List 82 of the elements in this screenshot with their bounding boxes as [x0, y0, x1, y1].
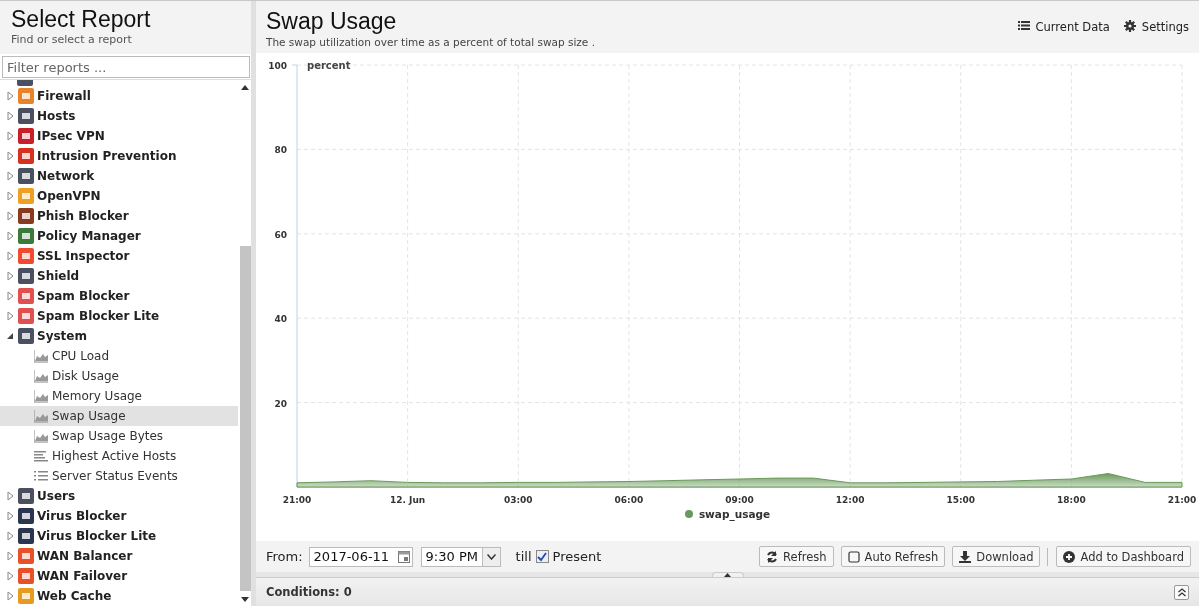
report-item[interactable]: CPU Load	[0, 346, 238, 366]
list-icon	[1017, 20, 1030, 32]
tree-item[interactable]: Phish Blocker	[0, 206, 238, 226]
collapse-button[interactable]	[1174, 584, 1189, 600]
date-field[interactable]: 2017-06-11	[308, 546, 413, 567]
tree-item[interactable]: WAN Balancer	[0, 546, 238, 566]
report-item[interactable]: Memory Usage	[0, 386, 238, 406]
sidebar-subtitle: Find or select a report	[11, 33, 133, 46]
axis-label: 15:00	[946, 495, 976, 505]
settings-icon	[1123, 20, 1136, 32]
auto-refresh-button[interactable]: Auto Refresh	[840, 546, 946, 567]
axis-label: 09:00	[725, 495, 754, 505]
tree-item[interactable]: Spam Blocker	[0, 286, 238, 306]
area-chart-icon	[34, 429, 48, 443]
tree-item[interactable]: Intrusion Prevention	[0, 146, 238, 166]
download-button[interactable]: Download	[952, 546, 1041, 567]
scroll-up-icon	[240, 85, 249, 90]
refresh-icon	[766, 550, 779, 563]
scrollbar-thumb[interactable]	[239, 246, 251, 591]
legend-item[interactable]: swap_usage	[684, 508, 771, 520]
caret-icon	[486, 553, 496, 560]
report-item[interactable]: Swap Usage Bytes	[0, 426, 238, 446]
area-chart-icon	[34, 389, 48, 403]
filter-field[interactable]: Filter reports ...	[2, 56, 250, 78]
add-to-dashboard-button[interactable]: Add to Dashboard	[1056, 546, 1191, 567]
download-icon	[959, 550, 972, 563]
calendar-icon	[397, 550, 410, 563]
tree-item[interactable]: Hosts	[0, 106, 238, 126]
axis-label: 06:00	[614, 495, 644, 505]
double-caret-up-icon	[1177, 587, 1186, 597]
bar-lines-icon	[34, 449, 48, 463]
report-item[interactable]: Disk Usage	[0, 366, 238, 386]
report-item[interactable]: Highest Active Hosts	[0, 446, 238, 466]
check-icon	[537, 551, 548, 562]
sidebar-title: Select Report	[11, 6, 152, 32]
refresh-button[interactable]: Refresh	[759, 546, 834, 567]
axis-label: 60	[274, 229, 287, 240]
tree-item[interactable]: Policy Manager	[0, 226, 238, 246]
tree-item[interactable]: OpenVPN	[0, 186, 238, 206]
add-icon	[1063, 550, 1076, 563]
axis-label: 21:00	[1167, 495, 1197, 505]
list-icon	[34, 469, 48, 483]
axis-title: percent	[307, 60, 351, 71]
time-dropdown[interactable]: 9:30 PM	[420, 546, 501, 567]
scroll-down-icon	[240, 597, 249, 602]
area-chart-icon	[34, 409, 48, 423]
report-item[interactable]: Swap Usage	[0, 406, 238, 426]
tree-item[interactable]: Spam Blocker Lite	[0, 306, 238, 326]
checkbox-icon	[847, 550, 860, 563]
axis-label: 40	[274, 314, 287, 325]
tree-item[interactable]: WAN Failover	[0, 566, 238, 586]
till-label: till	[515, 549, 532, 564]
report-description: The swap utilization over time as a percent of total swap size .	[266, 36, 595, 48]
settings-button[interactable]: Settings	[1123, 20, 1189, 36]
present-checkbox[interactable]: Present	[535, 549, 602, 564]
tree-item[interactable]: SSL Inspector	[0, 246, 238, 266]
axis-label: 12. Jun	[390, 495, 426, 505]
conditions-label: Conditions: 0	[266, 585, 352, 599]
tree-item[interactable]: Shield	[0, 266, 238, 286]
tree-item[interactable]: Network	[0, 166, 238, 186]
tree-item[interactable]: IPsec VPN	[0, 126, 238, 146]
conditions-bar[interactable]: Conditions: 0	[256, 577, 1199, 606]
axis-label: 21:00	[282, 495, 312, 505]
tree-item[interactable]: System	[0, 326, 238, 346]
tree-item[interactable]: Users	[0, 486, 238, 506]
tree-item[interactable]: Virus Blocker	[0, 506, 238, 526]
report-title: Swap Usage	[266, 8, 398, 34]
area-chart-icon	[34, 349, 48, 363]
axis-label: 20	[274, 398, 287, 409]
app-icon	[17, 80, 33, 86]
report-item[interactable]: Server Status Events	[0, 466, 238, 486]
axis-label: 80	[274, 145, 287, 156]
from-label: From:	[266, 549, 303, 564]
tree-item[interactable]: Web Cache	[0, 586, 238, 606]
axis-label: 18:00	[1057, 495, 1086, 505]
axis-label: 100	[268, 61, 287, 71]
area-chart-icon	[34, 369, 48, 383]
tree-item[interactable]: Virus Blocker Lite	[0, 526, 238, 546]
axis-label: 12:00	[835, 495, 865, 505]
tree-item[interactable]: Firewall	[0, 86, 238, 106]
current-data-button[interactable]: Current Data	[1017, 20, 1110, 36]
axis-label: 03:00	[503, 495, 533, 505]
